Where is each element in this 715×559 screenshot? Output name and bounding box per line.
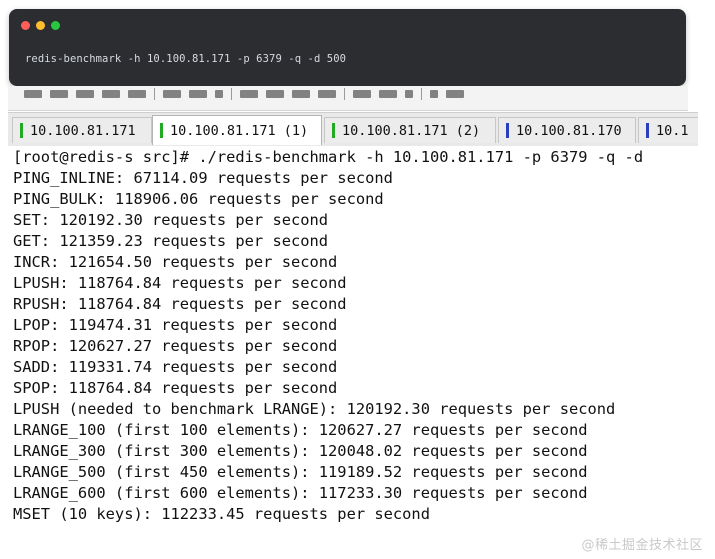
window-controls xyxy=(21,21,60,30)
terminal-line: LRANGE_500 (first 450 elements): 119189.… xyxy=(13,463,588,481)
toolbar-separator xyxy=(231,88,232,100)
toolbar-icon[interactable] xyxy=(76,90,94,98)
toolbar-separator xyxy=(344,88,345,100)
tab-label: 10.100.81.171 (1) xyxy=(170,122,309,139)
toolbar-icon[interactable] xyxy=(405,90,413,98)
terminal-line: PING_INLINE: 67114.09 requests per secon… xyxy=(13,169,393,187)
toolbar-icon[interactable] xyxy=(292,90,310,98)
terminal-line: PING_BULK: 118906.06 requests per second xyxy=(13,190,384,208)
toolbar-icon[interactable] xyxy=(430,90,438,98)
toolbar-icon[interactable] xyxy=(24,90,42,98)
terminal-line: SADD: 119331.74 requests per second xyxy=(13,358,338,376)
toolbar-icon[interactable] xyxy=(240,90,258,98)
disconnected-indicator-icon xyxy=(646,123,649,138)
terminal-line: LPUSH (needed to benchmark LRANGE): 1201… xyxy=(13,400,616,418)
disconnected-indicator-icon xyxy=(506,123,509,138)
connected-indicator-icon xyxy=(160,123,163,138)
toolbar-icon[interactable] xyxy=(102,90,120,98)
connected-indicator-icon xyxy=(332,123,335,138)
tab-label: 10.100.81.171 xyxy=(30,122,136,139)
command-snippet-card: redis-benchmark -h 10.100.81.171 -p 6379… xyxy=(9,9,686,86)
session-tab-bar: 10.100.81.171 10.100.81.171 (1) 10.100.8… xyxy=(8,112,698,147)
terminal-prompt-line: [root@redis-s src]# ./redis-benchmark -h… xyxy=(13,148,644,166)
watermark: @稀土掘金技术社区 xyxy=(581,538,703,553)
toolbar-icon[interactable] xyxy=(215,90,223,98)
terminal-line: SPOP: 118764.84 requests per second xyxy=(13,379,338,397)
tab-session-10-100-81-171-1[interactable]: 10.100.81.171 (1) xyxy=(152,115,322,145)
toolbar-icon[interactable] xyxy=(50,90,68,98)
terminal-line: SET: 120192.30 requests per second xyxy=(13,211,329,229)
terminal-line: LRANGE_300 (first 300 elements): 120048.… xyxy=(13,442,588,460)
terminal-line: RPOP: 120627.27 requests per second xyxy=(13,337,338,355)
terminal-line: LPUSH: 118764.84 requests per second xyxy=(13,274,347,292)
toolbar-icon[interactable] xyxy=(379,90,397,98)
toolbar-icon[interactable] xyxy=(266,90,284,98)
toolbar-icon[interactable] xyxy=(353,90,371,98)
terminal-line: LRANGE_600 (first 600 elements): 117233.… xyxy=(13,484,588,502)
connected-indicator-icon xyxy=(20,123,23,138)
toolbar-icon[interactable] xyxy=(163,90,181,98)
terminal-line: LRANGE_100 (first 100 elements): 120627.… xyxy=(13,421,588,439)
tab-session-10-100-81-170[interactable]: 10.100.81.170 xyxy=(498,117,636,143)
toolbar-separator xyxy=(421,88,422,100)
tab-label: 10.100.81.171 (2) xyxy=(342,122,481,139)
terminal-line: INCR: 121654.50 requests per second xyxy=(13,253,338,271)
maximize-dot xyxy=(51,21,60,30)
minimize-dot xyxy=(36,21,45,30)
tab-label: 10.1 xyxy=(656,122,689,139)
terminal-line: RPUSH: 118764.84 requests per second xyxy=(13,295,347,313)
terminal-output[interactable]: [root@redis-s src]# ./redis-benchmark -h… xyxy=(8,146,708,559)
tab-label: 10.100.81.170 xyxy=(516,122,622,139)
toolbar-icon[interactable] xyxy=(128,90,146,98)
benchmark-command: redis-benchmark -h 10.100.81.171 -p 6379… xyxy=(25,53,347,65)
toolbar-icon[interactable] xyxy=(189,90,207,98)
terminal-line: GET: 121359.23 requests per second xyxy=(13,232,329,250)
terminal-line: MSET (10 keys): 112233.45 requests per s… xyxy=(13,505,430,523)
tab-session-10-100-81-171-2[interactable]: 10.100.81.171 (2) xyxy=(324,117,496,143)
toolbar xyxy=(8,86,688,111)
close-dot xyxy=(21,21,30,30)
toolbar-separator xyxy=(154,88,155,100)
toolbar-icon[interactable] xyxy=(446,90,464,98)
tab-session-partial[interactable]: 10.1 xyxy=(638,117,698,143)
terminal-line: LPOP: 119474.31 requests per second xyxy=(13,316,338,334)
tab-session-10-100-81-171[interactable]: 10.100.81.171 xyxy=(12,117,152,143)
toolbar-icon[interactable] xyxy=(318,90,336,98)
